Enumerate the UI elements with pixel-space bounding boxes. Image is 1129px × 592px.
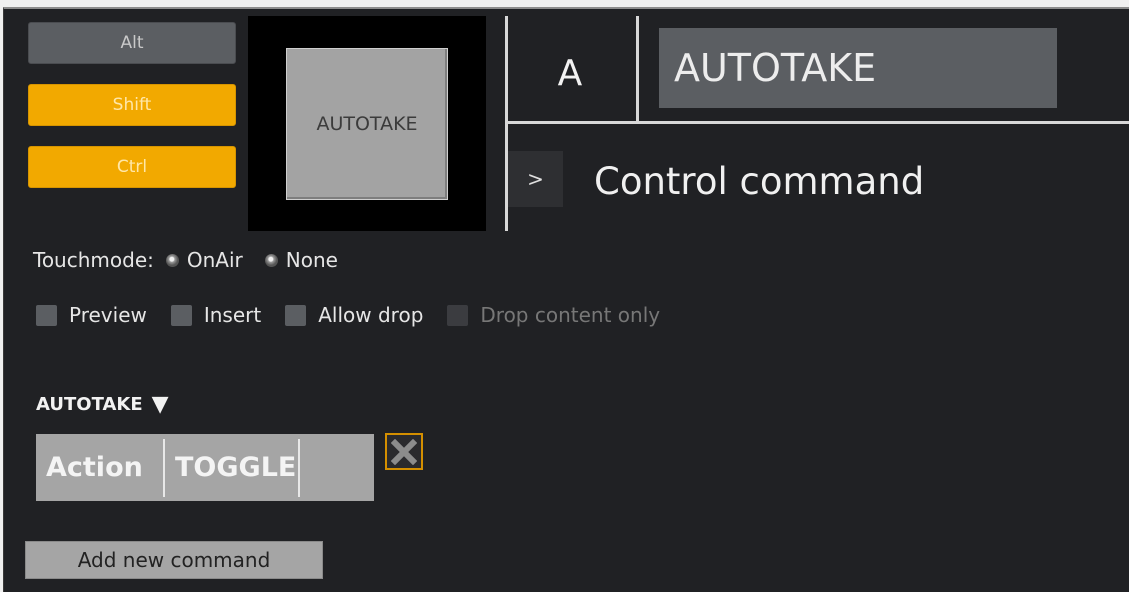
preview-checkbox[interactable]: Preview — [36, 303, 147, 327]
collapse-triangle-icon[interactable]: ▼ — [152, 392, 169, 417]
command-section-title[interactable]: AUTOTAKE — [36, 394, 143, 415]
shift-modifier-button[interactable]: Shift — [28, 84, 236, 126]
insert-checkbox[interactable]: Insert — [170, 303, 261, 327]
drop-content-only-checkbox: Drop content only — [447, 303, 660, 327]
command-action-row[interactable]: Action TOGGLE — [36, 434, 374, 501]
close-icon[interactable] — [391, 438, 417, 465]
delete-command-button[interactable] — [385, 433, 423, 470]
radio-none-icon[interactable] — [264, 253, 278, 267]
touchmode-row: Touchmode: OnAir None — [33, 246, 338, 274]
checkbox-box — [447, 304, 469, 326]
options-row: Preview Insert Allow drop Drop content o… — [36, 300, 684, 330]
radio-none-label[interactable]: None — [286, 248, 338, 272]
touchmode-label: Touchmode: — [33, 248, 154, 272]
radio-onair-icon[interactable] — [165, 253, 179, 267]
checkbox-box[interactable] — [285, 304, 307, 326]
radio-onair-label[interactable]: OnAir — [187, 248, 243, 272]
checkbox-box[interactable] — [170, 304, 192, 326]
key-title-input[interactable]: AUTOTAKE — [659, 28, 1057, 108]
key-letter-label: A — [557, 52, 583, 94]
command-section-header[interactable]: AUTOTAKE ▼ — [36, 392, 169, 417]
horizontal-divider — [505, 121, 1129, 124]
key-preview-button[interactable]: AUTOTAKE — [286, 48, 448, 200]
drop-content-only-label: Drop content only — [480, 303, 661, 327]
preview-checkbox-label[interactable]: Preview — [69, 303, 147, 327]
add-new-command-button[interactable]: Add new command — [25, 541, 323, 579]
alt-modifier-button[interactable]: Alt — [28, 22, 236, 64]
command-type-label: Control command — [594, 160, 925, 203]
insert-checkbox-label[interactable]: Insert — [204, 303, 261, 327]
ctrl-modifier-button[interactable]: Ctrl — [28, 146, 236, 188]
action-label-cell: Action — [36, 438, 165, 497]
key-letter-divider — [636, 16, 639, 121]
action-value-cell[interactable]: TOGGLE — [165, 438, 300, 497]
allow-drop-checkbox[interactable]: Allow drop — [285, 303, 423, 327]
expand-command-button[interactable]: > — [508, 151, 563, 207]
checkbox-box[interactable] — [36, 304, 57, 326]
allow-drop-checkbox-label[interactable]: Allow drop — [318, 303, 423, 327]
